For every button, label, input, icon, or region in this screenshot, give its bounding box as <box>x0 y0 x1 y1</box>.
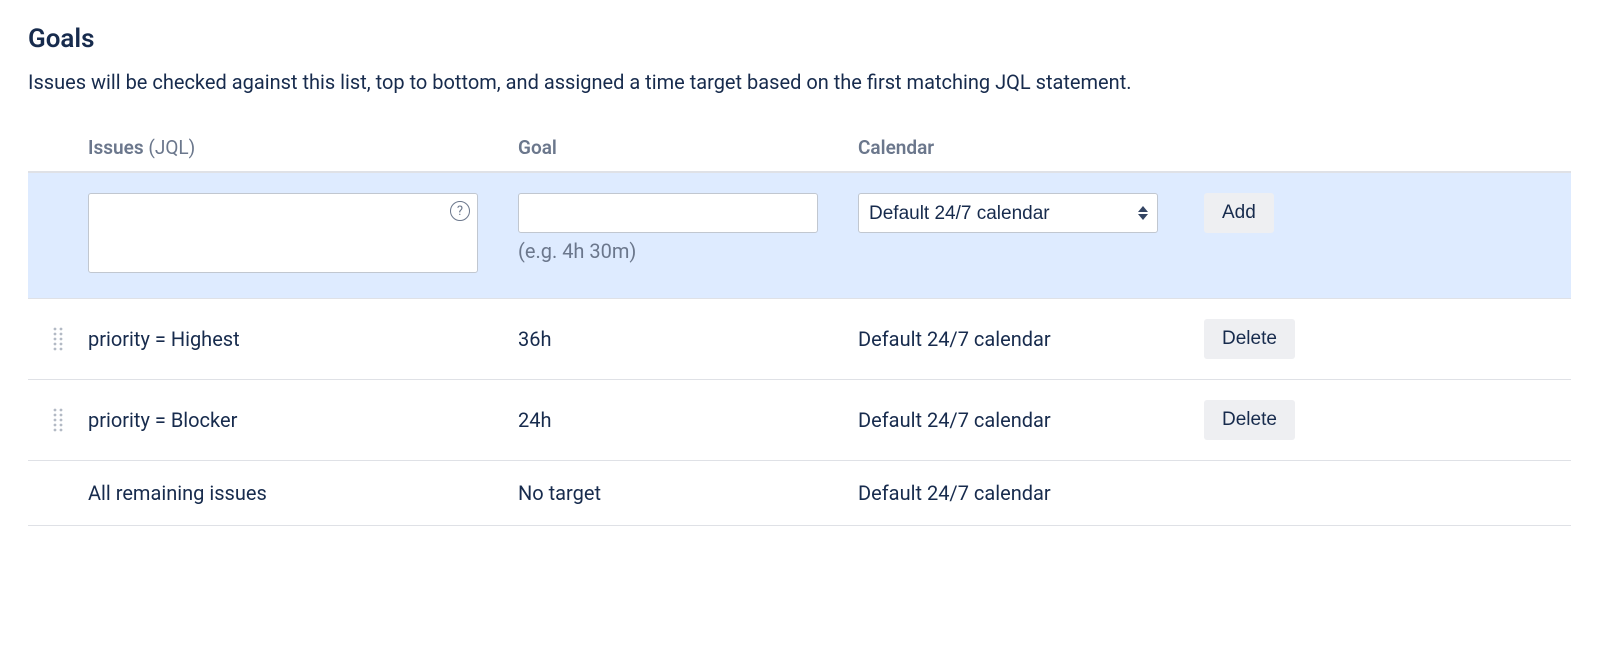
table-row: All remaining issuesNo targetDefault 24/… <box>28 461 1571 526</box>
drag-handle-icon[interactable] <box>28 325 88 353</box>
jql-cell: All remaining issues <box>88 481 518 505</box>
calendar-cell: Default 24/7 calendar <box>858 327 1198 351</box>
header-calendar: Calendar <box>858 136 1198 159</box>
add-button[interactable]: Add <box>1204 193 1274 233</box>
jql-cell: priority = Blocker <box>88 408 518 432</box>
goal-cell: No target <box>518 481 858 505</box>
goal-cell: 36h <box>518 327 858 351</box>
jql-cell: priority = Highest <box>88 327 518 351</box>
help-icon[interactable]: ? <box>450 201 470 221</box>
header-goal: Goal <box>518 136 858 159</box>
drag-handle-icon[interactable] <box>28 406 88 434</box>
goal-input[interactable] <box>518 193 818 233</box>
calendar-cell: Default 24/7 calendar <box>858 408 1198 432</box>
jql-input[interactable] <box>88 193 478 273</box>
goal-hint: (e.g. 4h 30m) <box>518 239 818 263</box>
delete-button[interactable]: Delete <box>1204 400 1295 440</box>
calendar-select[interactable]: Default 24/7 calendar <box>858 193 1158 233</box>
table-row: priority = Blocker24hDefault 24/7 calend… <box>28 380 1571 461</box>
header-issues: Issues (JQL) <box>88 136 518 159</box>
table-header: Issues (JQL) Goal Calendar <box>28 136 1571 173</box>
goals-table: Issues (JQL) Goal Calendar ? (e.g. 4h 30… <box>28 136 1571 526</box>
goal-cell: 24h <box>518 408 858 432</box>
page-title: Goals <box>28 24 1571 54</box>
table-row: priority = Highest36hDefault 24/7 calend… <box>28 299 1571 380</box>
delete-button[interactable]: Delete <box>1204 319 1295 359</box>
header-issues-paren: (JQL) <box>148 136 195 159</box>
page-description: Issues will be checked against this list… <box>28 68 1571 96</box>
input-row: ? (e.g. 4h 30m) Default 24/7 calendar Ad… <box>28 173 1571 299</box>
header-issues-label: Issues <box>88 136 144 159</box>
calendar-cell: Default 24/7 calendar <box>858 481 1198 505</box>
